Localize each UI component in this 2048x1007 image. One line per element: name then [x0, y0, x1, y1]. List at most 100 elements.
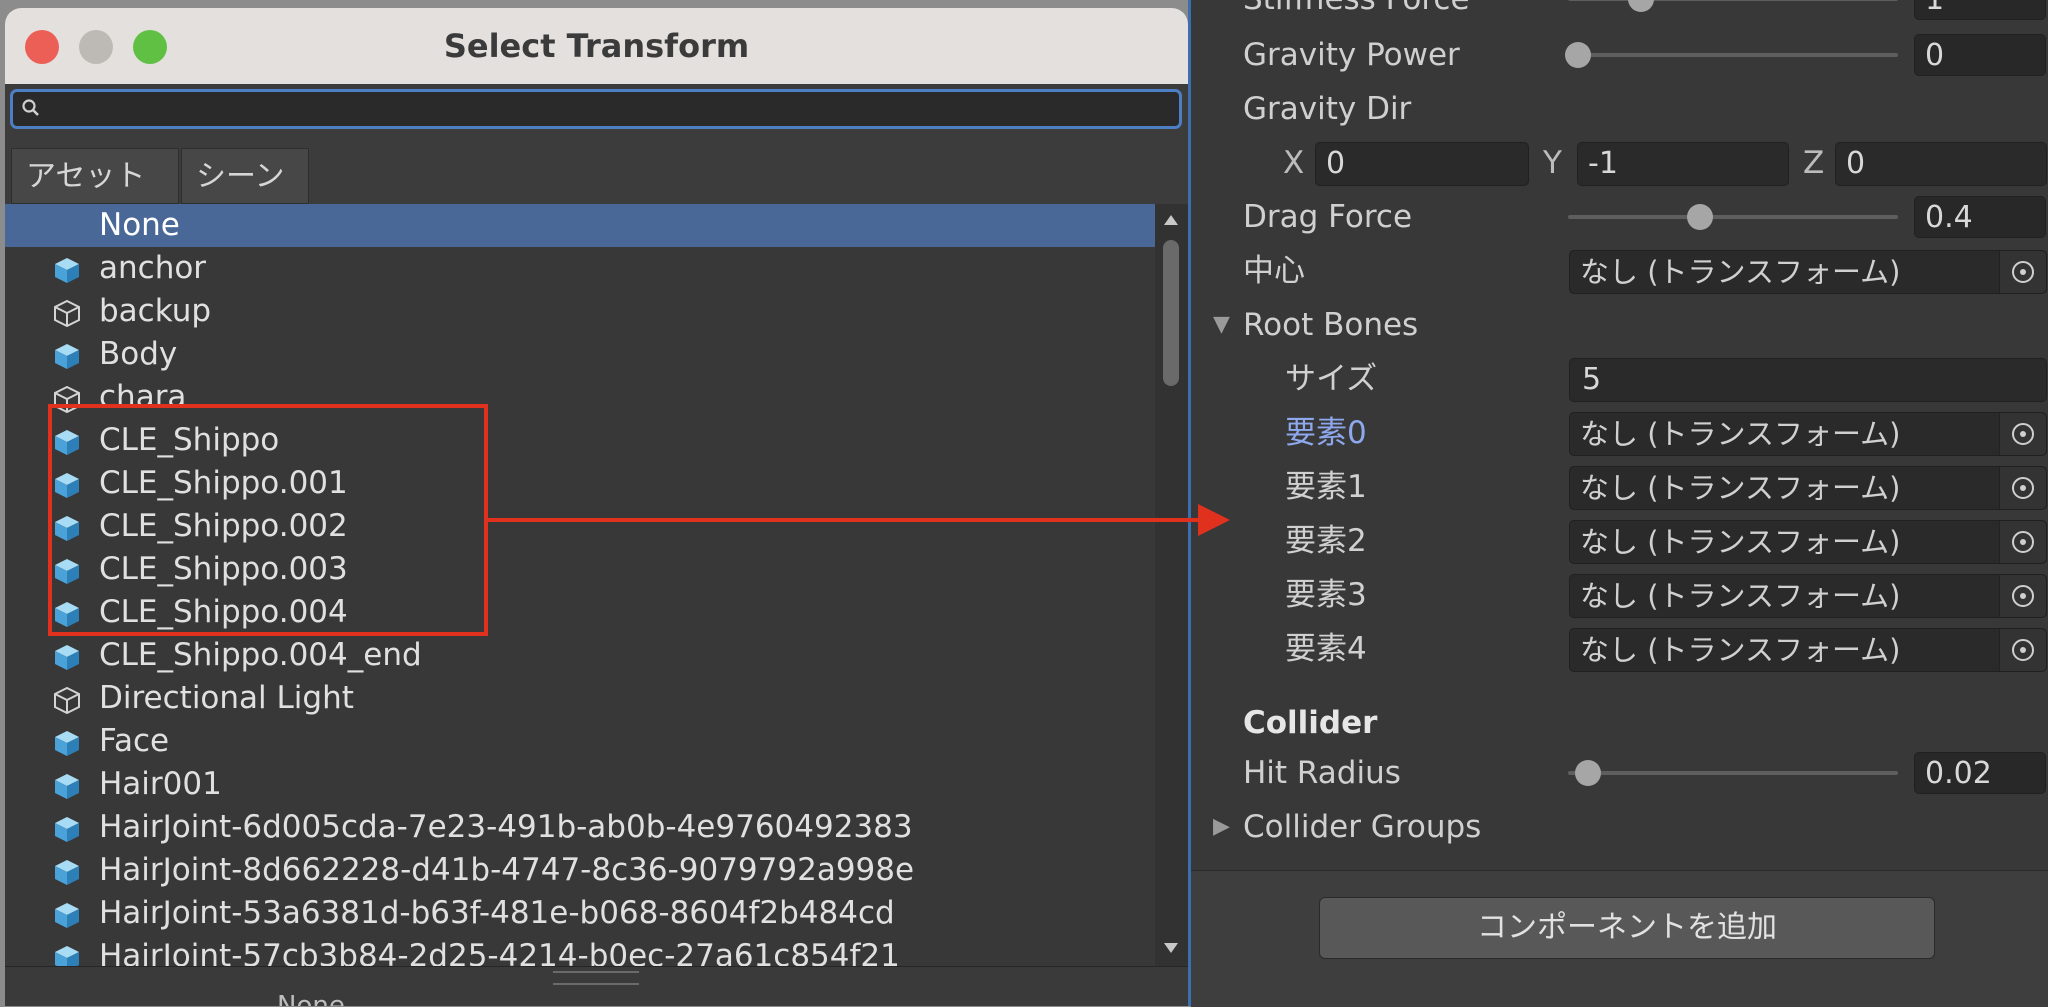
foldout-collapsed-icon[interactable]: ▶ — [1213, 800, 1230, 854]
collider-header-row: Collider — [1191, 696, 2048, 750]
stiffness-force-row: Stiffness Force 1 — [1191, 0, 2048, 26]
element-object-value: なし (トランスフォーム) — [1580, 417, 1901, 451]
object-picker-icon[interactable] — [1999, 413, 2046, 455]
gravity-power-knob[interactable] — [1564, 42, 1591, 68]
gravity-power-field[interactable]: 0 — [1914, 34, 2046, 76]
list-item[interactable]: HairJoint-6d005cda-7e23-491b-ab0b-4e9760… — [5, 806, 1155, 849]
element-object-field[interactable]: なし (トランスフォーム) — [1569, 412, 2047, 456]
list-item[interactable]: Body — [5, 333, 1155, 376]
hit-radius-knob[interactable] — [1574, 760, 1601, 786]
list-item-label: backup — [99, 293, 212, 329]
collider-groups-label[interactable]: Collider Groups — [1243, 800, 1481, 854]
element-object-value: なし (トランスフォーム) — [1580, 525, 1901, 559]
stiffness-slider[interactable] — [1568, 0, 1898, 12]
root-bones-size-row: サイズ 5 — [1191, 352, 2048, 406]
tab-assets[interactable]: アセット — [11, 148, 179, 204]
scroll-up-arrow-icon[interactable] — [1163, 214, 1179, 226]
list-item-label: Face — [99, 723, 170, 759]
object-picker-icon[interactable] — [1999, 251, 2046, 293]
element-object-field[interactable]: なし (トランスフォーム) — [1569, 574, 2047, 618]
list-item-label: HairJoint-6d005cda-7e23-491b-ab0b-4e9760… — [99, 809, 913, 845]
scroll-down-arrow-icon[interactable] — [1163, 942, 1179, 954]
element-object-value: なし (トランスフォーム) — [1580, 579, 1901, 613]
gravity-power-label: Gravity Power — [1243, 37, 1460, 73]
hit-radius-label: Hit Radius — [1243, 755, 1401, 791]
list-item[interactable]: anchor — [5, 247, 1155, 290]
inspector-footer: コンポーネントを追加 — [1191, 870, 2048, 1007]
resize-grip[interactable] — [553, 971, 639, 985]
list-item-label: HairJoint-8d662228-d41b-4747-8c36-907979… — [99, 852, 915, 888]
size-label: サイズ — [1285, 361, 1378, 397]
root-bone-element-row: 要素4 なし (トランスフォーム) — [1191, 622, 2048, 676]
list-item-label: None — [99, 207, 180, 243]
list-item-label: Body — [99, 336, 178, 372]
object-picker-icon[interactable] — [1999, 575, 2046, 617]
element-object-field[interactable]: なし (トランスフォーム) — [1569, 466, 2047, 510]
list-item[interactable]: backup — [5, 290, 1155, 333]
element-label: 要素3 — [1285, 577, 1367, 613]
stiffness-force-label: Stiffness Force — [1243, 0, 1470, 26]
prefab-cube-icon — [53, 256, 81, 284]
stiffness-value-field[interactable]: 1 — [1914, 0, 2046, 20]
root-bones-row[interactable]: ▼ Root Bones — [1191, 298, 2048, 352]
gravity-dir-y-field[interactable]: -1 — [1577, 142, 1789, 186]
prefab-cube-icon — [53, 901, 81, 929]
annotation-arrow-icon — [488, 504, 1230, 536]
prefab-cube-icon — [53, 643, 81, 671]
drag-force-knob[interactable] — [1687, 204, 1713, 230]
list-item-label: CLE_Shippo.004_end — [99, 637, 422, 673]
gravity-dir-z-field[interactable]: 0 — [1835, 142, 2047, 186]
list-item[interactable]: Hair001 — [5, 763, 1155, 806]
center-object-field[interactable]: なし (トランスフォーム) — [1569, 250, 2047, 294]
drag-force-label: Drag Force — [1243, 199, 1413, 235]
selected-item-name: None — [277, 991, 345, 1006]
element-object-value: なし (トランスフォーム) — [1580, 633, 1901, 667]
collider-groups-row[interactable]: ▶ Collider Groups — [1191, 800, 2048, 854]
prefab-cube-icon — [53, 815, 81, 843]
foldout-expanded-icon[interactable]: ▼ — [1213, 298, 1230, 352]
hit-radius-slider[interactable] — [1568, 760, 1898, 786]
scroll-thumb[interactable] — [1163, 240, 1179, 386]
root-bones-label[interactable]: Root Bones — [1243, 298, 1418, 352]
root-bones-size-field[interactable]: 5 — [1569, 358, 2047, 402]
tab-scene[interactable]: シーン — [181, 148, 309, 204]
list-item[interactable]: Face — [5, 720, 1155, 763]
hit-radius-row: Hit Radius 0.02 — [1191, 746, 2048, 800]
gameobject-cube-icon — [53, 299, 81, 328]
list-item[interactable]: CLE_Shippo.004_end — [5, 634, 1155, 677]
prefab-cube-icon — [53, 772, 81, 800]
add-component-button[interactable]: コンポーネントを追加 — [1319, 897, 1935, 959]
drag-force-row: Drag Force 0.4 — [1191, 190, 2048, 244]
list-item[interactable]: Directional Light — [5, 677, 1155, 720]
hit-radius-field[interactable]: 0.02 — [1914, 752, 2046, 794]
element-object-value: なし (トランスフォーム) — [1580, 471, 1901, 505]
search-icon — [21, 98, 45, 122]
gravity-dir-x-field[interactable]: 0 — [1315, 142, 1529, 186]
list-item[interactable]: HairJoint-57cb3b84-2d25-4214-b0ec-27a61c… — [5, 935, 1155, 966]
object-picker-icon[interactable] — [1999, 467, 2046, 509]
gravity-power-slider[interactable] — [1564, 42, 1898, 68]
element-object-field[interactable]: なし (トランスフォーム) — [1569, 520, 2047, 564]
element-object-field[interactable]: なし (トランスフォーム) — [1569, 628, 2047, 672]
drag-force-field[interactable]: 0.4 — [1914, 196, 2046, 238]
object-picker-icon[interactable] — [1999, 521, 2046, 563]
gravity-dir-x-label: X — [1283, 145, 1305, 181]
gravity-dir-y-label: Y — [1543, 145, 1562, 181]
annotation-highlight-box — [48, 404, 488, 636]
list-item[interactable]: HairJoint-53a6381d-b63f-481e-b068-8604f2… — [5, 892, 1155, 935]
gameobject-cube-icon — [53, 686, 81, 715]
object-picker-icon[interactable] — [1999, 629, 2046, 671]
search-input[interactable] — [10, 89, 1182, 129]
title-bar[interactable]: Select Transform — [5, 8, 1188, 85]
window-title: Select Transform — [443, 27, 750, 65]
drag-force-slider[interactable] — [1568, 204, 1898, 230]
prefab-cube-icon — [53, 342, 81, 370]
list-item[interactable]: HairJoint-8d662228-d41b-4747-8c36-907979… — [5, 849, 1155, 892]
list-item[interactable]: None — [5, 204, 1155, 247]
collider-header: Collider — [1243, 705, 1378, 741]
prefab-cube-icon — [53, 944, 81, 966]
search-bar — [5, 84, 1188, 142]
list-scrollbar[interactable] — [1155, 204, 1188, 966]
list-item-label: HairJoint-53a6381d-b63f-481e-b068-8604f2… — [99, 895, 895, 931]
selection-preview-footer: None — [5, 966, 1188, 1006]
